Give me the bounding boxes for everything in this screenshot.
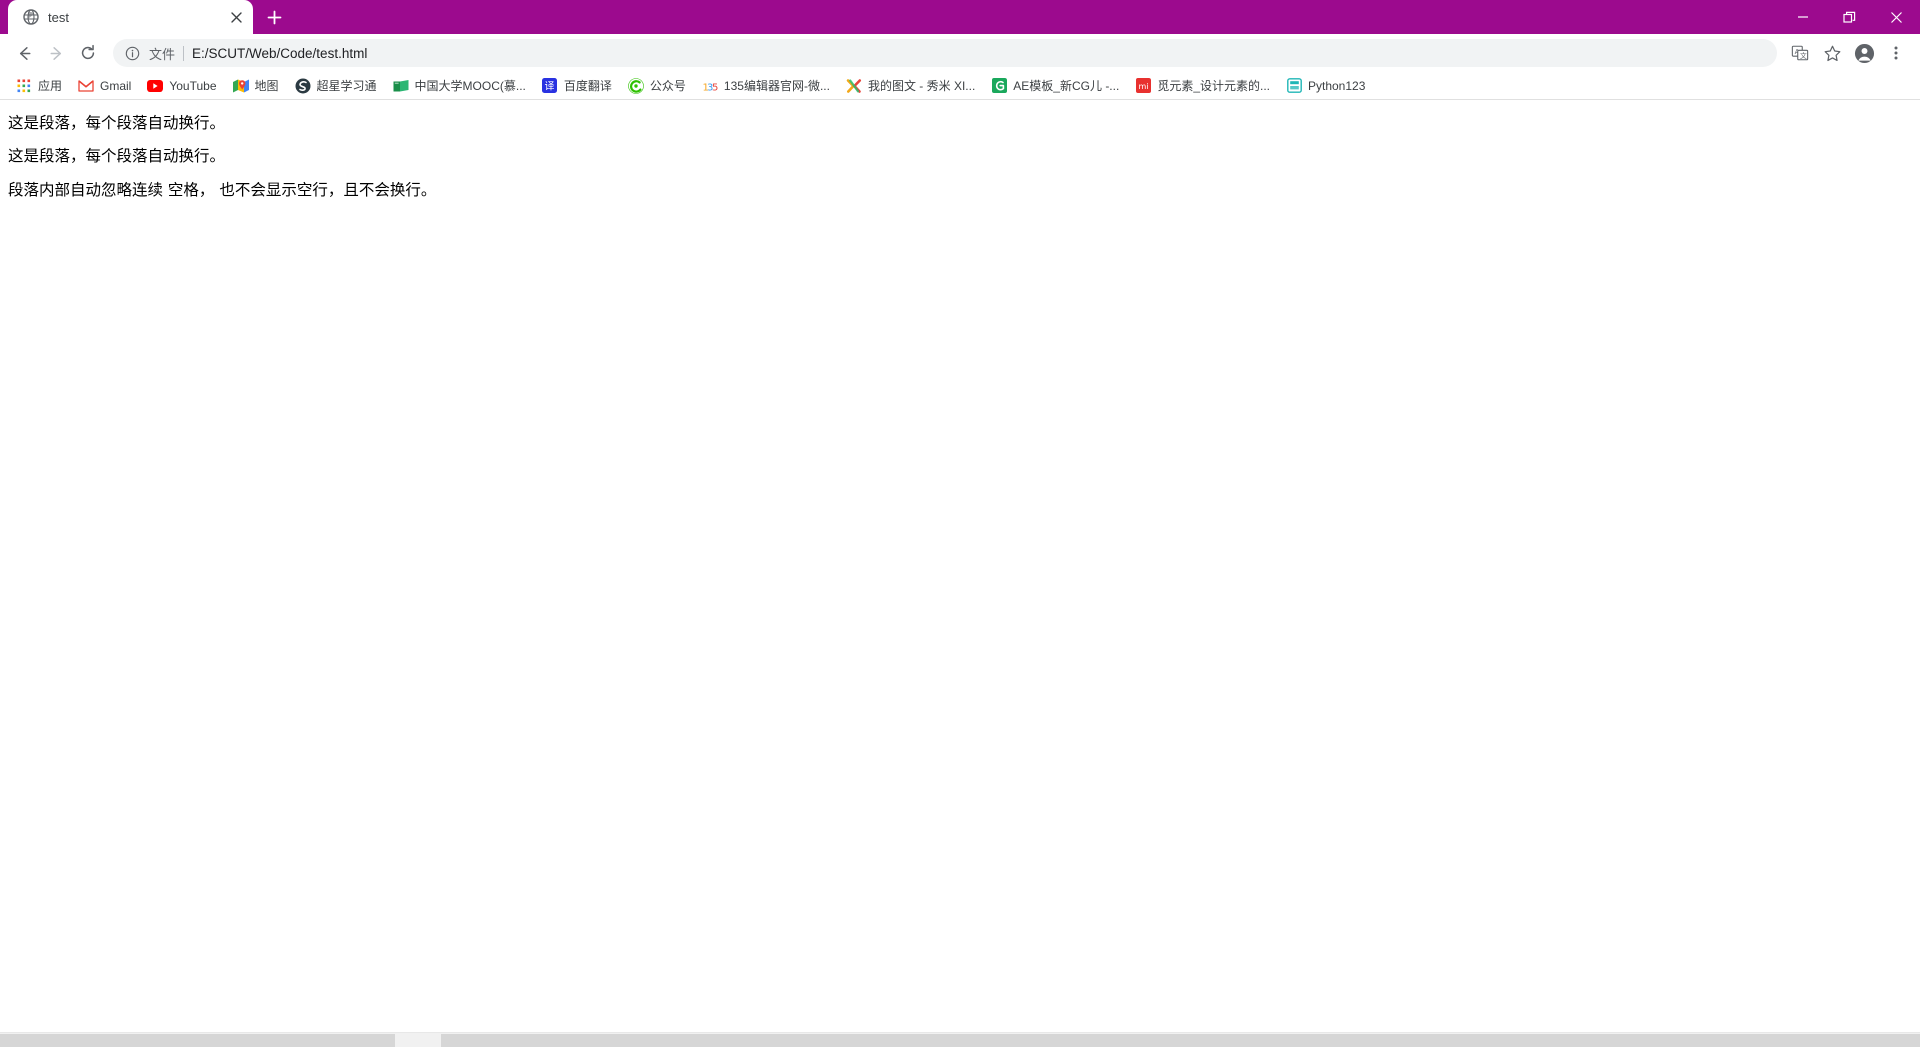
horizontal-scrollbar[interactable] [0,1032,1920,1047]
info-circle-icon[interactable] [125,46,141,61]
browser-tab-test[interactable]: test [8,0,253,34]
bookmark-label: 觅元素_设计元素的... [1157,79,1270,93]
new-tab-button[interactable] [257,0,291,34]
forward-button[interactable] [41,38,71,68]
bookmark-item[interactable]: Gmail [70,75,139,97]
tab-strip: test [0,0,1920,34]
bookmark-item[interactable]: 地图 [225,74,287,97]
bookmark-item[interactable]: AE模板_新CG儿 -... [983,74,1127,97]
three-dot-menu-icon[interactable] [1881,38,1911,68]
135editor-icon: 135 [702,78,718,94]
bookmark-item[interactable]: 中国大学MOOC(慕... [385,74,534,97]
bookmark-item[interactable]: 1 3 5 135编辑器官网-微... [694,74,838,97]
google-maps-icon [232,78,249,94]
svg-text:文: 文 [1800,51,1807,60]
minimize-icon[interactable] [1779,0,1826,34]
gmail-icon [78,78,94,94]
browser-toolbar: 文件 E:/SCUT/Web/Code/test.html A 文 [0,34,1920,72]
youtube-icon [147,78,164,94]
bookmark-item[interactable]: YouTube [139,75,224,97]
back-button[interactable] [9,38,39,68]
xiumi-icon [846,78,862,94]
address-bar[interactable]: 文件 E:/SCUT/Web/Code/test.html [113,39,1777,67]
51yuansu-icon: mi [1135,78,1151,94]
bookmark-label: 应用 [38,79,63,93]
globe-icon [22,9,39,26]
close-window-icon[interactable] [1873,0,1920,34]
bookmark-label: 中国大学MOOC(慕... [414,79,526,93]
bookmark-item[interactable]: 超星学习通 [287,74,385,97]
account-avatar-icon[interactable] [1849,38,1879,68]
svg-text:mi: mi [1138,82,1148,91]
bookmark-label: 公众号 [649,79,686,93]
bookmark-item[interactable]: 我的图文 - 秀米 XI... [838,74,983,97]
python123-icon [1286,78,1302,94]
bookmark-label: YouTube [169,78,217,93]
bookmark-label: Gmail [100,78,132,93]
bookmark-item[interactable]: mi 觅元素_设计元素的... [1127,74,1278,97]
bookmark-item[interactable]: 译百度翻译 [534,74,620,97]
restore-icon[interactable] [1826,0,1873,34]
svg-text:译: 译 [545,80,555,92]
bookmark-item[interactable]: Python123 [1278,75,1373,97]
tab-title: test [48,9,69,25]
rendered-document: 这是段落，每个段落自动换行。 这是段落，每个段落自动换行。段落内部自动忽略连续 空… [0,100,1920,199]
paragraph: 这是段落，每个段落自动换行。 [8,147,226,166]
scrollbar-track-right[interactable] [441,1034,1920,1047]
baidu-fanyi-icon: 译 [542,78,558,94]
translate-icon[interactable]: A 文 [1785,38,1815,68]
chaoxing-icon [295,78,311,94]
svg-text:5: 5 [712,82,718,93]
reload-button[interactable] [73,38,103,68]
bookmark-label: 地图 [254,79,279,93]
wechat-mp-icon [628,77,644,94]
bookmark-label: 我的图文 - 秀米 XI... [867,79,976,93]
bookmark-label: Python123 [1308,78,1366,93]
star-icon[interactable] [1817,38,1847,68]
omnibox-divider [183,45,185,61]
url-text[interactable]: E:/SCUT/Web/Code/test.html [192,46,1765,61]
bookmark-item[interactable]: 应用 [8,74,70,97]
bookmark-label: 135编辑器官网-微... [723,79,830,93]
close-icon[interactable] [227,8,245,26]
newcger-icon [991,78,1007,94]
page-viewport: 这是段落，每个段落自动换行。 这是段落，每个段落自动换行。段落内部自动忽略连续 空… [0,100,1920,1047]
bookmark-item[interactable]: 公众号 [620,74,694,97]
bookmark-label: AE模板_新CG儿 -... [1013,79,1120,93]
apps-grid-icon [16,78,32,94]
icourse163-icon [393,78,409,94]
url-scheme-label: 文件 [149,46,176,62]
bookmark-label: 超星学习通 [316,79,377,93]
paragraph: 段落内部自动忽略连续 空格， 也不会显示空行，且不会换行。 [8,180,437,199]
toolbar-actions: A 文 [1785,38,1911,68]
window-controls [1779,0,1920,34]
bookmark-label: 百度翻译 [563,79,612,93]
paragraph: 这是段落，每个段落自动换行。 [8,114,226,132]
bookmarks-bar: 应用 Gmail YouTube 地图 超星学习通 中国大学MOOC(慕... 译百度翻译 公… [0,72,1920,100]
scrollbar-thumb[interactable] [0,1034,395,1047]
